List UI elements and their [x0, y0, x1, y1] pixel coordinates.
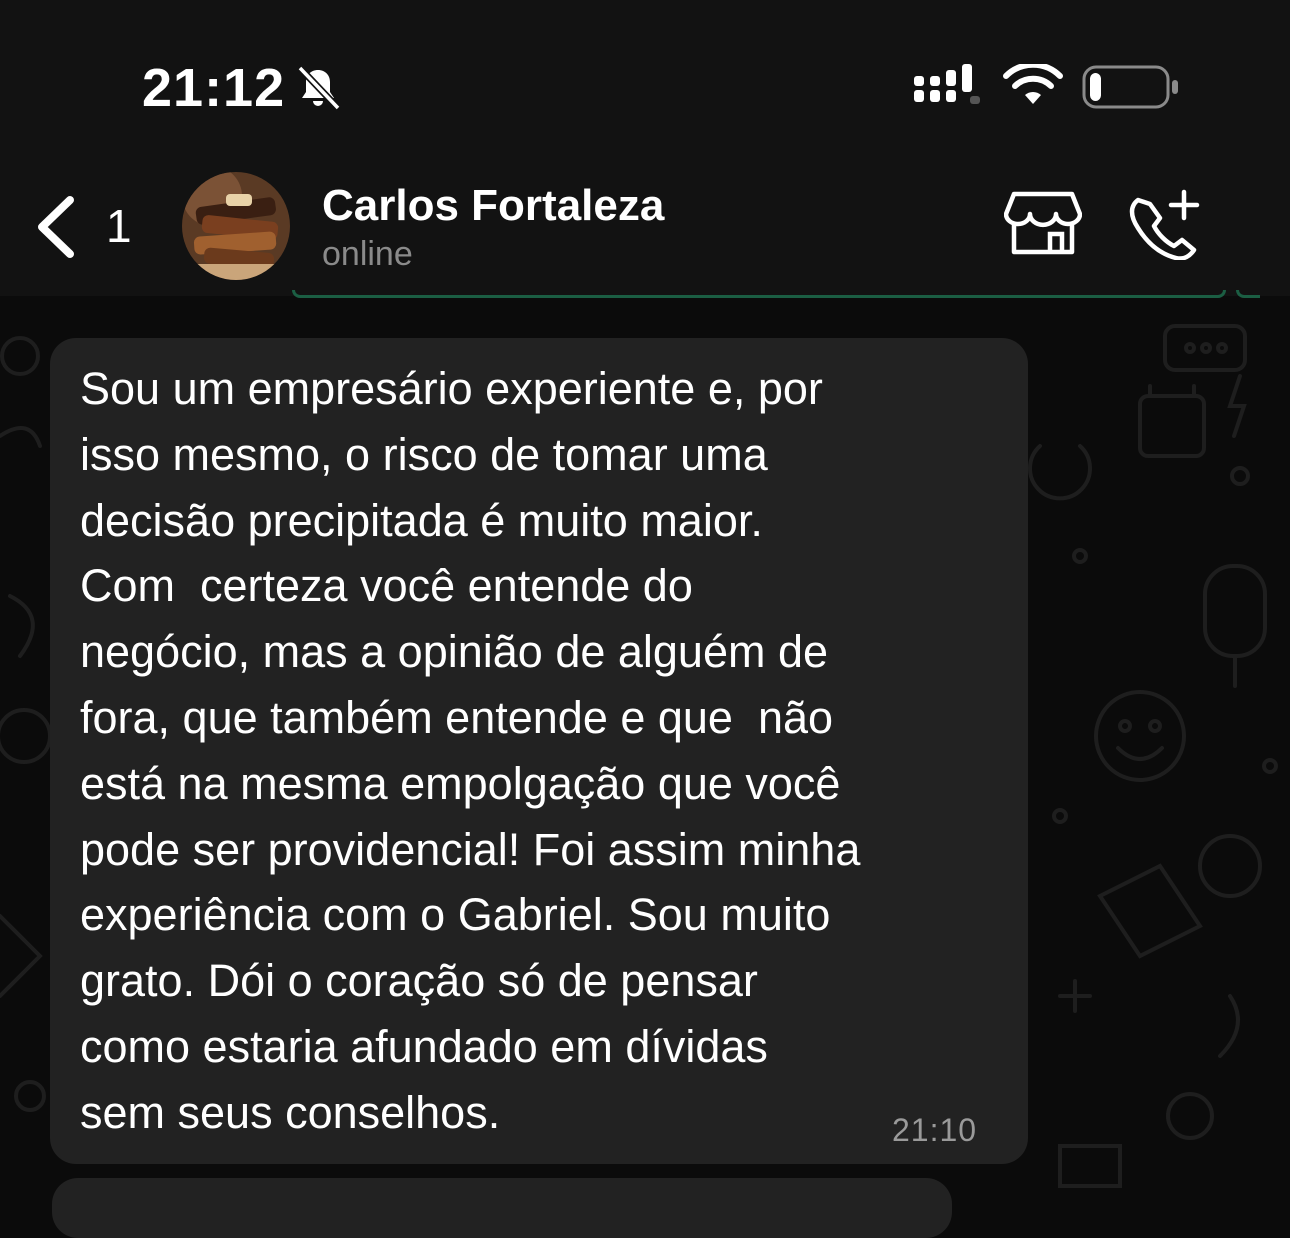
- status-time: 21:12: [142, 58, 286, 118]
- message-line: Sou um empresário experiente e, por: [80, 363, 823, 414]
- unread-count[interactable]: 1: [106, 198, 132, 254]
- message-line: negócio, mas a opinião de alguém de: [80, 626, 829, 678]
- header-divider-right: [1236, 290, 1260, 298]
- contact-name[interactable]: Carlos Fortaleza: [322, 180, 664, 232]
- message-line: pode ser providencial! Foi assim minha: [80, 823, 861, 875]
- message-line: Com certeza você entende do: [80, 560, 693, 612]
- next-message-bubble[interactable]: [52, 1178, 952, 1238]
- status-bar: 21:12: [0, 0, 1290, 150]
- cellular-signal-icon: [914, 64, 980, 104]
- message-line: decisão precipitada é muito maior.: [80, 494, 763, 546]
- contact-status: online: [322, 235, 413, 273]
- message-line: fora, que também entende e que não: [80, 691, 834, 743]
- message-line: está na mesma empolgação que você: [80, 757, 841, 809]
- message-line: grato. Dói o coração só de pensar: [80, 955, 758, 1007]
- bell-slash-icon: [297, 65, 341, 111]
- header-divider: [292, 290, 1226, 298]
- message-line: experiência com o Gabriel. Sou muito: [80, 889, 831, 941]
- message-line: como estaria afundado em dívidas: [80, 1020, 768, 1072]
- message-line: isso mesmo, o risco de tomar uma: [80, 428, 768, 480]
- chevron-left-icon[interactable]: [30, 194, 80, 260]
- message-text[interactable]: Sou um empresário experiente e, por isso …: [80, 356, 1010, 1146]
- add-call-icon[interactable]: [1126, 188, 1202, 260]
- wifi-icon: [1003, 64, 1063, 104]
- avatar[interactable]: [182, 172, 290, 280]
- storefront-icon[interactable]: [1004, 190, 1082, 256]
- chat-header: 1 Carlos Fortaleza online: [0, 150, 1290, 296]
- message-timestamp: 21:10: [892, 1112, 978, 1148]
- battery-icon: [1082, 65, 1178, 109]
- message-line: sem seus conselhos.: [80, 1086, 501, 1138]
